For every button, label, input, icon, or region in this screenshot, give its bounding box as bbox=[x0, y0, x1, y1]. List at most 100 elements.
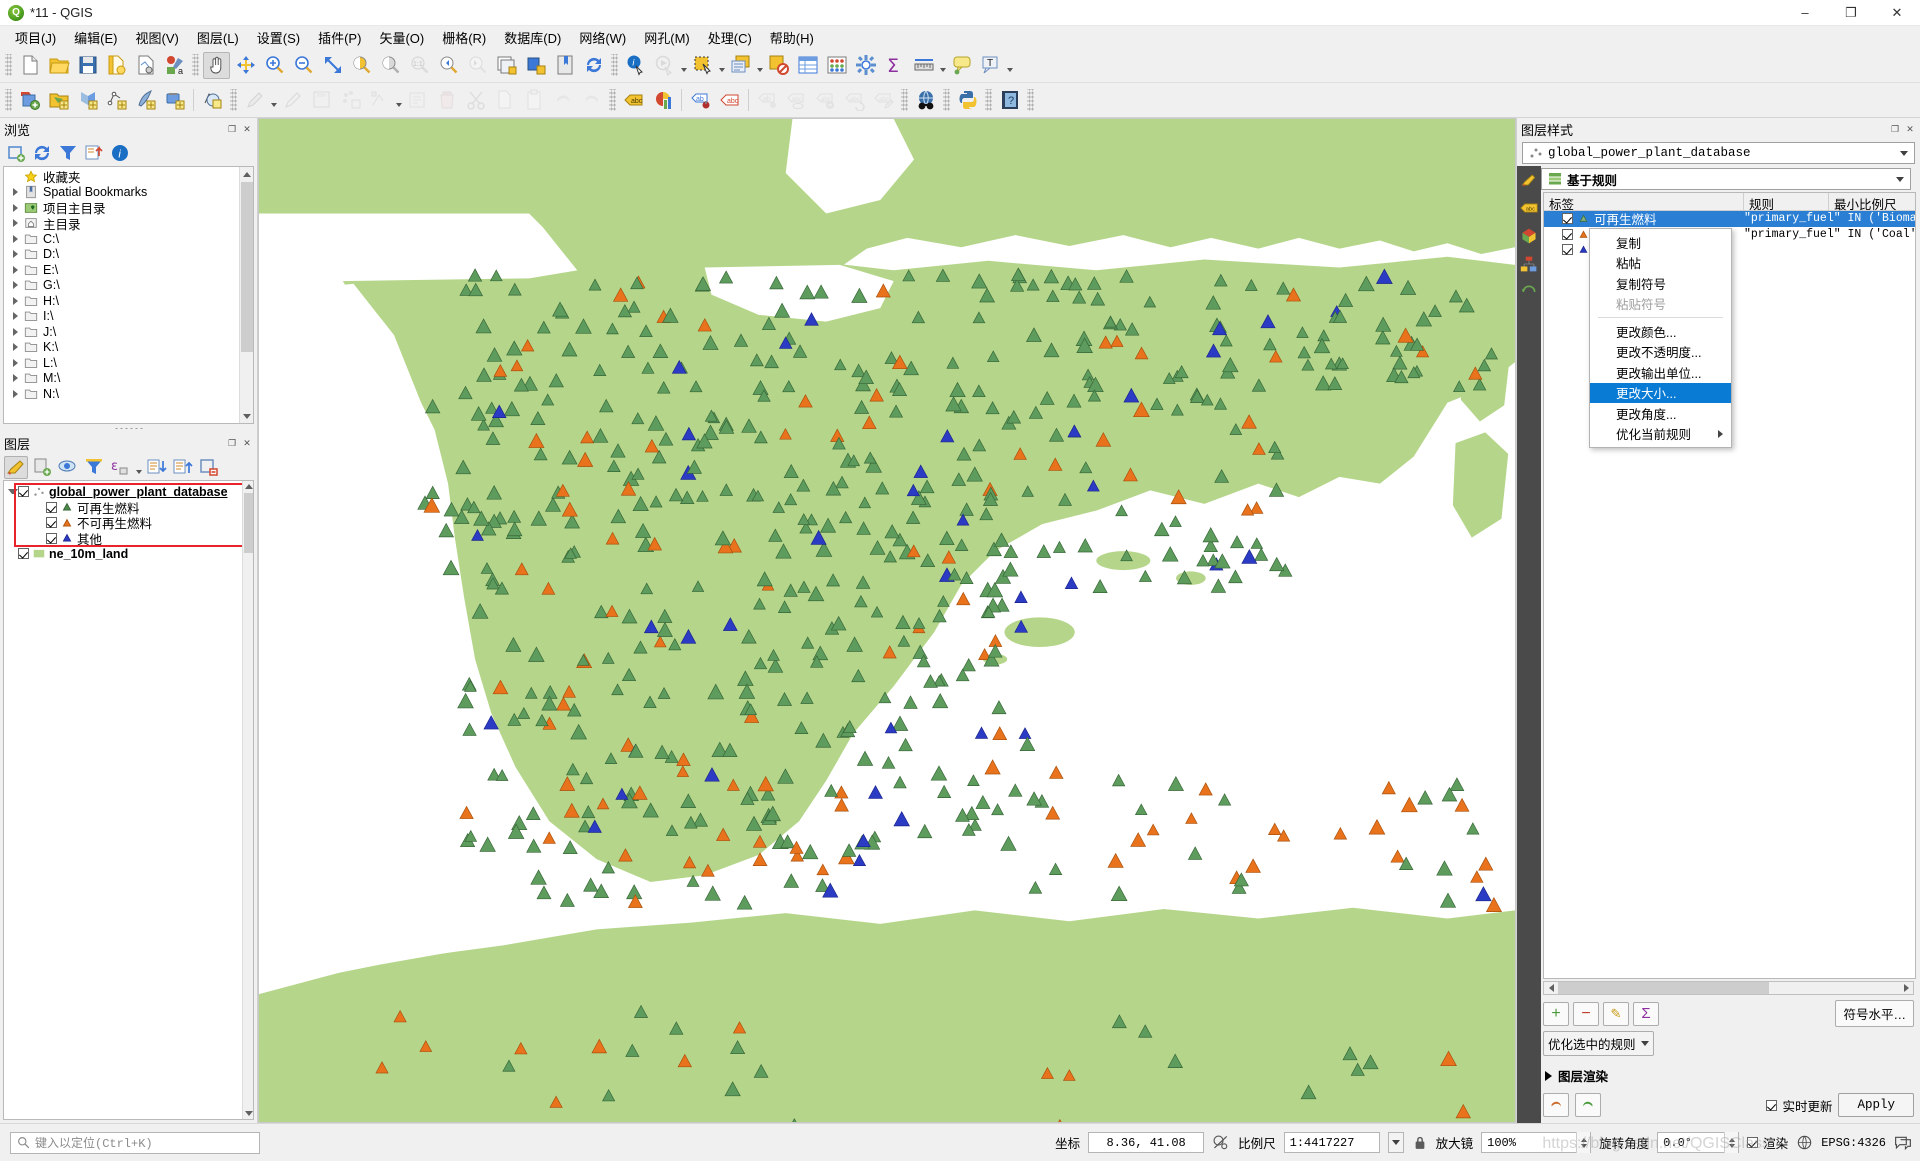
scroll-left-icon[interactable] bbox=[1544, 982, 1558, 994]
expand-arrow-icon[interactable] bbox=[8, 359, 22, 367]
pencil-edit-icon[interactable] bbox=[279, 87, 306, 114]
layer-visibility-checkbox[interactable] bbox=[46, 532, 57, 544]
move-label-2-icon[interactable]: abc bbox=[812, 87, 839, 114]
tab-symbology[interactable] bbox=[1519, 170, 1539, 190]
browser-item-3[interactable]: 主目录 bbox=[4, 216, 253, 232]
show-hide-labels-icon[interactable]: abc bbox=[783, 87, 810, 114]
zoom-native-icon[interactable]: 1:1 bbox=[406, 52, 433, 79]
run-feature-action-icon[interactable] bbox=[651, 52, 678, 79]
magnifier-spinner[interactable] bbox=[1576, 1132, 1591, 1153]
pan-to-selection-icon[interactable] bbox=[232, 52, 259, 79]
scale-value[interactable]: 1:4417227 bbox=[1283, 1132, 1380, 1153]
zoom-full-icon[interactable] bbox=[319, 52, 346, 79]
chevron-down-icon[interactable] bbox=[1892, 169, 1908, 189]
refresh-icon[interactable] bbox=[30, 142, 54, 165]
chevron-down-icon[interactable] bbox=[1896, 143, 1912, 163]
tab-labels[interactable]: abc bbox=[1519, 198, 1539, 218]
symbol-context-menu[interactable]: 复制 粘帖 复制符号 粘贴符号 更改颜色... 更改不透明度... 更改输出单位... 更改大… bbox=[1589, 228, 1732, 448]
ctx-refine-current-rule[interactable]: 优化当前规则 bbox=[1590, 424, 1731, 445]
tab-diagrams[interactable] bbox=[1519, 254, 1539, 274]
zoom-in-icon[interactable] bbox=[261, 52, 288, 79]
filter-legend-icon[interactable] bbox=[82, 456, 106, 479]
ctx-copy[interactable]: 复制 bbox=[1590, 232, 1731, 253]
scroll-up-icon[interactable] bbox=[243, 481, 253, 492]
text-annotation-icon[interactable]: T bbox=[977, 52, 1004, 79]
expand-arrow-icon[interactable] bbox=[8, 250, 22, 258]
render-toggle[interactable]: 渲染 bbox=[1747, 1133, 1788, 1152]
save-project-as-icon[interactable] bbox=[103, 52, 130, 79]
browser-item-4[interactable]: C:\ bbox=[4, 231, 253, 247]
expand-arrow-icon[interactable] bbox=[8, 235, 22, 243]
apply-button[interactable]: Apply bbox=[1838, 1093, 1914, 1117]
undo-icon[interactable] bbox=[1543, 1093, 1569, 1117]
filter-icon[interactable] bbox=[56, 142, 80, 165]
highlight-labels-icon[interactable]: abc bbox=[716, 87, 743, 114]
layer-visibility-checkbox[interactable] bbox=[18, 548, 29, 560]
refine-rules-combo[interactable]: 优化选中的规则 bbox=[1543, 1031, 1654, 1056]
metasearch-icon[interactable] bbox=[912, 87, 939, 114]
toolbar-grip[interactable] bbox=[192, 54, 199, 76]
paste-features-icon[interactable] bbox=[520, 87, 547, 114]
chevron-down-icon[interactable] bbox=[1005, 52, 1014, 79]
open-project-icon[interactable] bbox=[45, 52, 72, 79]
python-console-icon[interactable] bbox=[954, 87, 981, 114]
chevron-down-icon[interactable] bbox=[679, 52, 688, 79]
ctx-change-size[interactable]: 更改大小... bbox=[1590, 382, 1731, 403]
open-layer-styling-icon[interactable] bbox=[4, 455, 28, 479]
expand-arrow-icon[interactable] bbox=[8, 374, 22, 382]
expand-arrow-icon[interactable] bbox=[8, 328, 22, 336]
browser-item-6[interactable]: E:\ bbox=[4, 262, 253, 278]
expand-arrow-icon[interactable] bbox=[8, 266, 22, 274]
remove-rule-button[interactable]: − bbox=[1573, 1001, 1599, 1026]
scroll-up-icon[interactable] bbox=[240, 167, 253, 181]
delete-selected-icon[interactable] bbox=[433, 87, 460, 114]
rotate-label-icon[interactable]: abc bbox=[841, 87, 868, 114]
crs-value[interactable]: EPSG:4326 bbox=[1821, 1136, 1886, 1150]
layer-visibility-checkbox[interactable] bbox=[46, 501, 57, 513]
current-edits-icon[interactable] bbox=[199, 87, 226, 114]
add-mesh-layer-icon[interactable] bbox=[103, 87, 130, 114]
toolbar-grip[interactable] bbox=[1027, 89, 1034, 111]
cut-features-icon[interactable] bbox=[462, 87, 489, 114]
browser-tree[interactable]: 收藏夹 Spatial Bookmarks 项目主目录 主目录 C:\ D:\ E:\ G:\… bbox=[3, 166, 254, 424]
coordinate-value[interactable]: 8.36, 41.08 bbox=[1088, 1132, 1205, 1153]
layer-diagram-icon[interactable] bbox=[649, 87, 676, 114]
expand-arrow-icon[interactable] bbox=[8, 390, 22, 398]
menu-database[interactable]: 数据库(D) bbox=[495, 26, 570, 49]
rotation-spinner[interactable] bbox=[1724, 1132, 1739, 1153]
minimize-button[interactable]: – bbox=[1782, 0, 1828, 26]
symbol-levels-button[interactable]: 符号水平… bbox=[1835, 1000, 1914, 1027]
scroll-right-icon[interactable] bbox=[1899, 982, 1913, 994]
menu-project[interactable]: 项目(J) bbox=[6, 26, 65, 49]
rule-checkbox[interactable] bbox=[1562, 228, 1573, 240]
move-label-icon[interactable]: ab bbox=[754, 87, 781, 114]
layer-tree-item[interactable]: 其他 bbox=[4, 531, 253, 547]
statistics-icon[interactable]: Σ bbox=[881, 52, 908, 79]
collapse-all-icon[interactable] bbox=[82, 142, 106, 165]
field-calculator-icon[interactable] bbox=[823, 52, 850, 79]
toolbar-grip[interactable] bbox=[230, 89, 237, 111]
render-checkbox[interactable] bbox=[1747, 1137, 1759, 1148]
layers-scrollbar[interactable] bbox=[242, 481, 253, 1119]
pan-map-icon[interactable] bbox=[203, 51, 230, 79]
undo-edit-icon[interactable] bbox=[549, 87, 576, 114]
copy-features-icon[interactable] bbox=[491, 87, 518, 114]
layer-tree-item[interactable]: ne_10m_land bbox=[4, 546, 253, 562]
map-render[interactable] bbox=[259, 119, 1515, 1123]
chevron-down-icon[interactable] bbox=[394, 87, 403, 114]
menu-mesh[interactable]: 网孔(M) bbox=[635, 26, 699, 49]
pin-labels-icon[interactable]: ab bbox=[687, 87, 714, 114]
maximize-button[interactable]: ❐ bbox=[1828, 0, 1874, 26]
new-map-view-icon[interactable] bbox=[493, 52, 520, 79]
toolbar-grip[interactable] bbox=[5, 89, 12, 111]
layers-tree[interactable]: global_power_plant_database 可再生燃料 不可再生燃料 其他… bbox=[3, 480, 254, 1120]
vertex-tool-icon[interactable] bbox=[366, 87, 393, 114]
add-vector-layer-icon[interactable] bbox=[45, 87, 72, 114]
menu-edit[interactable]: 编辑(E) bbox=[65, 26, 126, 49]
expand-arrow-icon[interactable] bbox=[8, 188, 22, 196]
scale-dropdown-icon[interactable] bbox=[1387, 1132, 1404, 1153]
label-layer-icon[interactable]: abc bbox=[620, 87, 647, 114]
zoom-out-icon[interactable] bbox=[290, 52, 317, 79]
ctx-change-color[interactable]: 更改颜色... bbox=[1590, 321, 1731, 342]
rules-hscrollbar[interactable] bbox=[1543, 981, 1914, 995]
